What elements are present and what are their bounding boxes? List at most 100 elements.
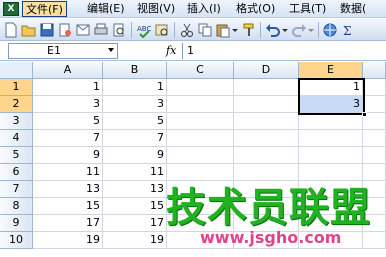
cell-b5[interactable]: 9 xyxy=(103,147,167,164)
row-header[interactable]: 7 xyxy=(0,181,33,198)
redo-dropdown-icon[interactable] xyxy=(307,22,315,38)
cell-e6[interactable] xyxy=(299,164,363,181)
cell-c9[interactable] xyxy=(167,215,234,232)
cell-c8[interactable] xyxy=(167,198,234,215)
cut-icon[interactable] xyxy=(179,22,195,38)
cell-d9[interactable] xyxy=(234,215,299,232)
cell-e9[interactable] xyxy=(299,215,363,232)
cell-f7[interactable] xyxy=(363,181,386,198)
format-painter-icon[interactable] xyxy=(241,22,257,38)
paste-icon[interactable] xyxy=(215,22,231,38)
row-header[interactable]: 10 xyxy=(0,232,33,249)
row-header[interactable]: 1 xyxy=(0,79,33,96)
spelling-icon[interactable]: ABC xyxy=(136,22,152,38)
cell-b10[interactable]: 19 xyxy=(103,232,167,249)
cell-a3[interactable]: 5 xyxy=(33,113,103,130)
cell-a6[interactable]: 11 xyxy=(33,164,103,181)
row-header[interactable]: 5 xyxy=(0,147,33,164)
cell-a1[interactable]: 1 xyxy=(33,79,103,96)
cell-c7[interactable] xyxy=(167,181,234,198)
column-header-c[interactable]: C xyxy=(167,62,234,79)
formula-input[interactable]: 1 xyxy=(182,43,386,59)
menu-view[interactable]: 视图(V) xyxy=(134,1,178,17)
cell-b9[interactable]: 17 xyxy=(103,215,167,232)
save-icon[interactable] xyxy=(39,22,55,38)
cell-f1[interactable] xyxy=(363,79,386,96)
select-all-corner[interactable] xyxy=(0,62,33,79)
cell-e3[interactable] xyxy=(299,113,363,130)
cell-e7[interactable] xyxy=(299,181,363,198)
cell-b8[interactable]: 15 xyxy=(103,198,167,215)
cell-a8[interactable]: 15 xyxy=(33,198,103,215)
column-header-a[interactable]: A xyxy=(33,62,103,79)
cell-c5[interactable] xyxy=(167,147,234,164)
insert-function-icon[interactable]: fx xyxy=(166,44,176,57)
fill-handle[interactable] xyxy=(362,112,367,117)
cell-e8[interactable] xyxy=(299,198,363,215)
menu-edit[interactable]: 编辑(E) xyxy=(84,1,128,17)
column-header-f[interactable] xyxy=(363,62,386,79)
row-header[interactable]: 9 xyxy=(0,215,33,232)
cell-e5[interactable] xyxy=(299,147,363,164)
cell-d8[interactable] xyxy=(234,198,299,215)
cell-a2[interactable]: 3 xyxy=(33,96,103,113)
cell-a5[interactable]: 9 xyxy=(33,147,103,164)
cell-f2[interactable] xyxy=(363,96,386,113)
row-header[interactable]: 8 xyxy=(0,198,33,215)
print-preview-icon[interactable] xyxy=(111,22,127,38)
copy-icon[interactable] xyxy=(197,22,213,38)
cell-f5[interactable] xyxy=(363,147,386,164)
menu-format[interactable]: 格式(O) xyxy=(233,1,278,17)
cell-b2[interactable]: 3 xyxy=(103,96,167,113)
row-header[interactable]: 2 xyxy=(0,96,33,113)
column-header-d[interactable]: D xyxy=(234,62,299,79)
permission-icon[interactable] xyxy=(57,22,73,38)
row-header[interactable]: 6 xyxy=(0,164,33,181)
undo-dropdown-icon[interactable] xyxy=(281,22,289,38)
cell-f4[interactable] xyxy=(363,130,386,147)
cell-b1[interactable]: 1 xyxy=(103,79,167,96)
cell-d7[interactable] xyxy=(234,181,299,198)
cell-e2[interactable]: 3 xyxy=(299,96,363,113)
cell-d4[interactable] xyxy=(234,130,299,147)
menu-data[interactable]: 数据( xyxy=(337,1,369,17)
menu-tools[interactable]: 工具(T) xyxy=(286,1,329,17)
cell-c3[interactable] xyxy=(167,113,234,130)
cell-e10[interactable] xyxy=(299,232,363,249)
paste-dropdown-icon[interactable] xyxy=(231,22,239,38)
autosum-icon[interactable]: Σ xyxy=(340,22,356,38)
cell-d10[interactable] xyxy=(234,232,299,249)
menu-file[interactable]: 文件(F) xyxy=(22,1,67,17)
cell-d6[interactable] xyxy=(234,164,299,181)
chevron-down-icon[interactable] xyxy=(108,48,114,52)
cell-a4[interactable]: 7 xyxy=(33,130,103,147)
cell-b3[interactable]: 5 xyxy=(103,113,167,130)
cell-a9[interactable]: 17 xyxy=(33,215,103,232)
cell-f9[interactable] xyxy=(363,215,386,232)
cell-e1[interactable]: 1 xyxy=(299,79,363,96)
new-icon[interactable] xyxy=(3,22,19,38)
cell-c1[interactable] xyxy=(167,79,234,96)
email-icon[interactable] xyxy=(75,22,91,38)
cell-c2[interactable] xyxy=(167,96,234,113)
cell-c6[interactable] xyxy=(167,164,234,181)
print-icon[interactable] xyxy=(93,22,109,38)
open-icon[interactable] xyxy=(21,22,37,38)
name-box[interactable]: E1 xyxy=(8,43,118,59)
cell-c4[interactable] xyxy=(167,130,234,147)
redo-icon[interactable] xyxy=(291,22,307,38)
cell-d1[interactable] xyxy=(234,79,299,96)
cell-e4[interactable] xyxy=(299,130,363,147)
hyperlink-icon[interactable] xyxy=(322,22,338,38)
cell-d2[interactable] xyxy=(234,96,299,113)
row-header[interactable]: 3 xyxy=(0,113,33,130)
research-icon[interactable] xyxy=(154,22,170,38)
cell-a10[interactable]: 19 xyxy=(33,232,103,249)
column-header-e[interactable]: E xyxy=(299,62,363,79)
cell-f10[interactable] xyxy=(363,232,386,249)
cell-d3[interactable] xyxy=(234,113,299,130)
cell-b4[interactable]: 7 xyxy=(103,130,167,147)
cell-a7[interactable]: 13 xyxy=(33,181,103,198)
row-header[interactable]: 4 xyxy=(0,130,33,147)
excel-logo-icon[interactable]: X xyxy=(3,2,19,16)
